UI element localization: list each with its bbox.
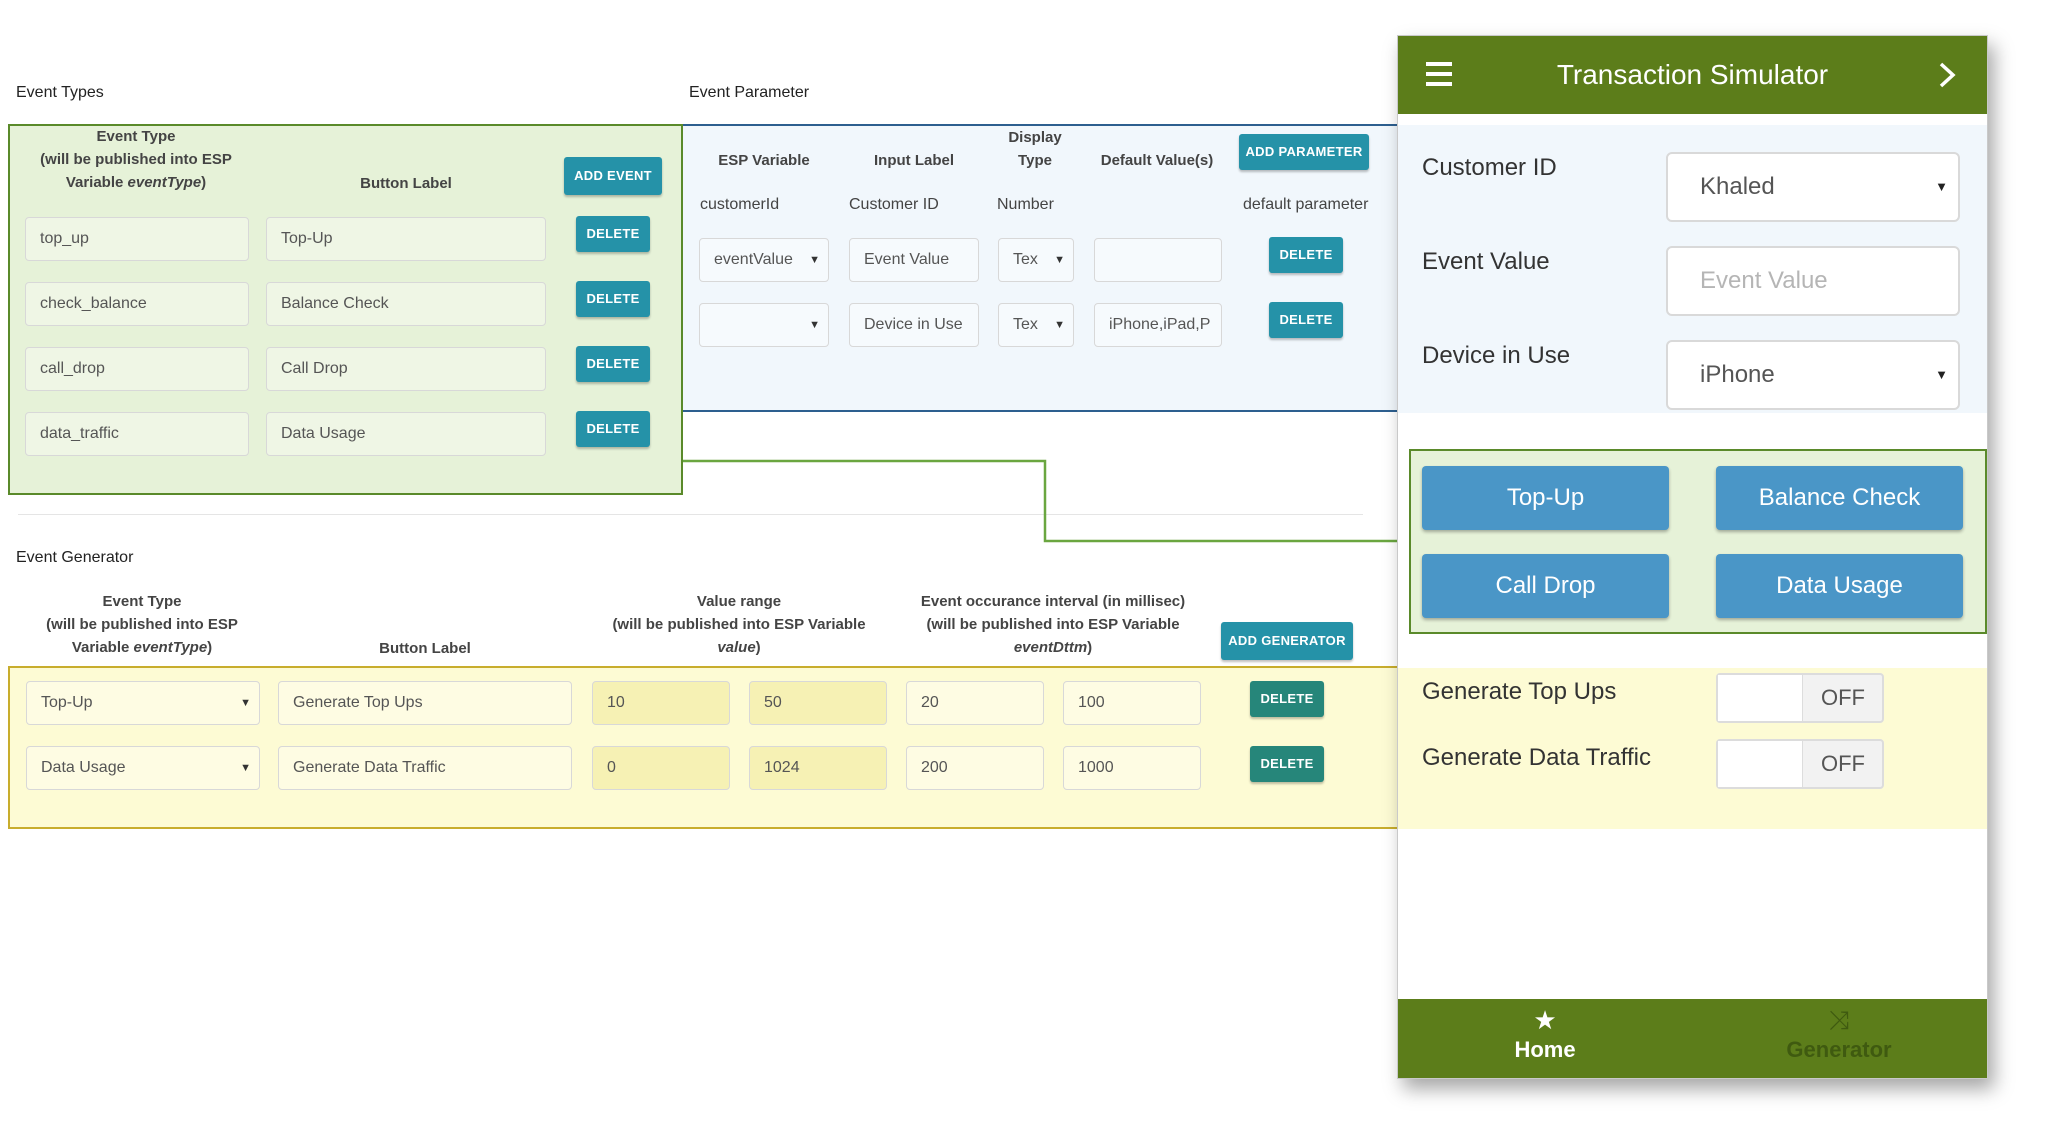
event-type-input[interactable]: check_balance (25, 282, 249, 326)
add-parameter-button[interactable]: ADD PARAMETER (1239, 134, 1369, 170)
param-default-static: default parameter (1243, 196, 1369, 213)
data-usage-button[interactable]: Data Usage (1716, 554, 1963, 618)
button-label-input[interactable]: Balance Check (266, 282, 546, 326)
phone-tab-bar: ★ Home ⤨ Generator (1398, 999, 1987, 1078)
value-min-input[interactable]: 10 (592, 681, 730, 725)
generator-toggle[interactable]: OFF (1716, 739, 1884, 789)
delete-generator-button[interactable]: DELETE (1250, 746, 1324, 782)
delete-event-button[interactable]: DELETE (576, 216, 650, 252)
input-label-input[interactable]: Device in Use (849, 303, 979, 347)
esp-variable-select[interactable]: eventValue ▼ (699, 238, 829, 282)
generator-toggle-label: Generate Data Traffic (1422, 744, 1652, 771)
generator-toggle-label: Generate Top Ups (1422, 678, 1617, 705)
default-values-input[interactable] (1094, 238, 1222, 282)
event-value-label: Event Value (1422, 248, 1550, 275)
param-input-label-static: Customer ID (849, 196, 939, 213)
event-type-input[interactable]: top_up (25, 217, 249, 261)
balance-check-button[interactable]: Balance Check (1716, 466, 1963, 530)
chevron-down-icon: ▼ (240, 697, 251, 709)
toggle-state: OFF (1821, 685, 1865, 710)
chevron-down-icon: ▼ (240, 762, 251, 774)
event-type-input[interactable]: call_drop (25, 347, 249, 391)
chevron-down-icon: ▼ (1935, 179, 1948, 194)
chevron-down-icon: ▼ (1054, 319, 1065, 331)
tab-generator[interactable]: ⤨ Generator (1692, 999, 1986, 1078)
event-value-input[interactable]: Event Value (1666, 246, 1960, 316)
delete-generator-button[interactable]: DELETE (1250, 681, 1324, 717)
tab-home[interactable]: ★ Home (1398, 999, 1692, 1078)
call-drop-button[interactable]: Call Drop (1422, 554, 1669, 618)
esp-variable-select[interactable]: ▼ (699, 303, 829, 347)
phone-header: Transaction Simulator (1398, 36, 1987, 114)
input-label-input[interactable]: Event Value (849, 238, 979, 282)
generator-header-button-label: Button Label (379, 640, 471, 657)
event-generator-title: Event Generator (16, 549, 134, 566)
generator-label-input[interactable]: Generate Data Traffic (278, 746, 572, 790)
chevron-down-icon: ▼ (809, 254, 820, 266)
device-in-use-select[interactable]: iPhone ▼ (1666, 340, 1960, 410)
interval-min-input[interactable]: 20 (906, 681, 1044, 725)
event-parameter-title: Event Parameter (689, 84, 810, 101)
value-min-input[interactable]: 0 (592, 746, 730, 790)
star-icon: ★ (1533, 1005, 1557, 1035)
add-event-button[interactable]: ADD EVENT (564, 157, 662, 195)
top-up-button[interactable]: Top-Up (1422, 466, 1669, 530)
shuffle-icon: ⤨ (1828, 1005, 1850, 1035)
chevron-down-icon: ▼ (809, 319, 820, 331)
display-type-select[interactable]: Tex ▼ (998, 303, 1074, 347)
generator-event-type-select[interactable]: Data Usage ▼ (26, 746, 260, 790)
col-display-type: Display Type (1008, 129, 1062, 169)
phone-preview: Transaction Simulator Customer ID Khaled… (1397, 35, 1988, 1079)
customer-id-label: Customer ID (1422, 154, 1557, 181)
interval-max-input[interactable]: 100 (1063, 681, 1201, 725)
toggle-state: OFF (1821, 751, 1865, 776)
event-types-header-event-type: Event Type (will be published into ESP V… (40, 128, 232, 191)
delete-event-button[interactable]: DELETE (576, 281, 650, 317)
phone-title: Transaction Simulator (1556, 59, 1829, 90)
interval-min-input[interactable]: 200 (906, 746, 1044, 790)
button-label-input[interactable]: Data Usage (266, 412, 546, 456)
default-values-input[interactable]: iPhone,iPad,P (1094, 303, 1222, 347)
param-esp-variable-static: customerId (700, 196, 780, 213)
col-default-values: Default Value(s) (1100, 152, 1214, 169)
add-generator-button[interactable]: ADD GENERATOR (1221, 622, 1353, 660)
event-types-title: Event Types (16, 84, 104, 101)
toggle-knob (1718, 741, 1803, 787)
chevron-down-icon: ▼ (1054, 254, 1065, 266)
chevron-down-icon: ▼ (1935, 367, 1948, 382)
generator-header-interval: Event occurance interval (in millisec) (… (920, 593, 1186, 656)
value-max-input[interactable]: 1024 (749, 746, 887, 790)
col-esp-variable: ESP Variable (718, 152, 810, 169)
customer-id-select[interactable]: Khaled ▼ (1666, 152, 1960, 222)
delete-parameter-button[interactable]: DELETE (1269, 237, 1343, 273)
generator-header-event-type: Event Type (will be published into ESP V… (46, 593, 238, 656)
value-max-input[interactable]: 50 (749, 681, 887, 725)
delete-event-button[interactable]: DELETE (576, 411, 650, 447)
delete-event-button[interactable]: DELETE (576, 346, 650, 382)
interval-max-input[interactable]: 1000 (1063, 746, 1201, 790)
device-in-use-label: Device in Use (1422, 342, 1571, 369)
button-label-input[interactable]: Call Drop (266, 347, 546, 391)
col-input-label: Input Label (874, 152, 954, 169)
param-display-type-static: Number (997, 196, 1054, 213)
button-label-input[interactable]: Top-Up (266, 217, 546, 261)
event-types-header-button-label: Button Label (360, 175, 452, 192)
delete-parameter-button[interactable]: DELETE (1269, 302, 1343, 338)
generator-event-type-select[interactable]: Top-Up ▼ (26, 681, 260, 725)
display-type-select[interactable]: Tex ▼ (998, 238, 1074, 282)
event-type-input[interactable]: data_traffic (25, 412, 249, 456)
toggle-knob (1718, 675, 1803, 721)
generator-header-value-range: Value range (will be published into ESP … (612, 593, 866, 656)
generator-toggle[interactable]: OFF (1716, 673, 1884, 723)
generator-label-input[interactable]: Generate Top Ups (278, 681, 572, 725)
chevron-right-icon[interactable] (1938, 62, 1956, 88)
